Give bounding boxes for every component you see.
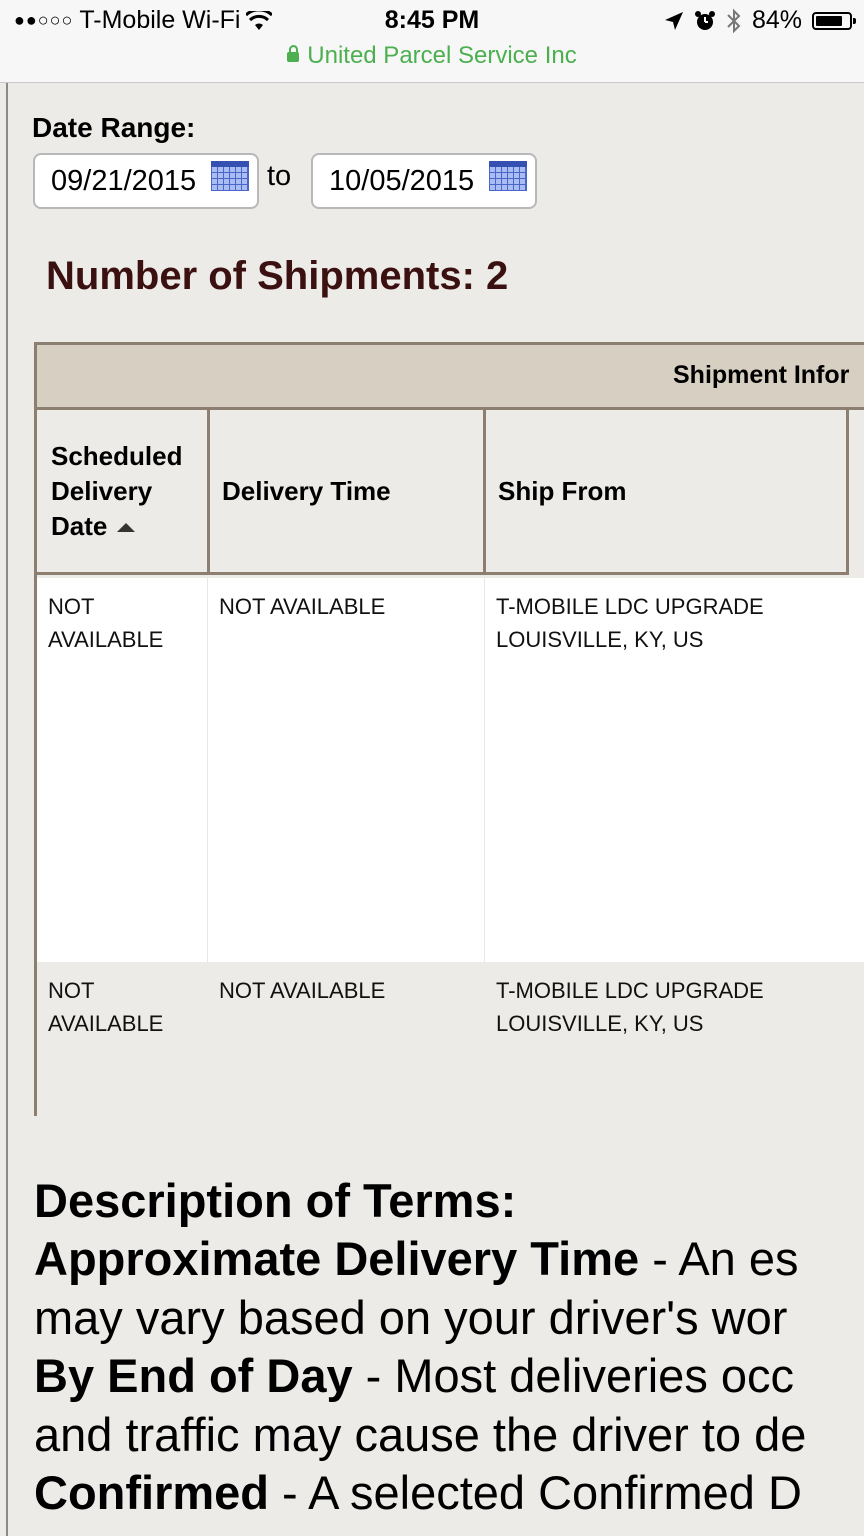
group-header-label: Shipment Infor — [673, 361, 850, 389]
sort-ascending-icon — [117, 523, 136, 533]
battery-percent: 84% — [751, 6, 802, 34]
table-row[interactable]: NOT AVAILABLE NOT AVAILABLE T-MOBILE LDC… — [37, 962, 864, 1116]
term-text: may vary based on your driver's wor — [34, 1290, 788, 1344]
battery-fill — [816, 15, 843, 26]
column-header-label: Ship From — [498, 475, 627, 506]
cell-ship-from: T-MOBILE LDC UPGRADE LOUISVILLE, KY, US — [496, 974, 764, 1040]
cell-ship-from: T-MOBILE LDC UPGRADE LOUISVILLE, KY, US — [496, 590, 764, 656]
start-date-value: 09/21/2015 — [51, 165, 197, 197]
cell-scheduled-date: NOT AVAILABLE — [48, 594, 164, 652]
term-line: may vary based on your driver's wor — [34, 1289, 864, 1348]
term-line: Confirmed - A selected Confirmed D — [34, 1464, 864, 1523]
cell-scheduled-date: NOT AVAILABLE — [48, 978, 164, 1036]
ship-from-company: T-MOBILE LDC UPGRADE — [496, 978, 764, 1003]
calendar-icon[interactable] — [211, 161, 249, 191]
description-title: Description of Terms: — [34, 1174, 517, 1227]
term-line: Approximate Delivery Time - An es — [34, 1230, 864, 1289]
column-divider — [846, 410, 849, 575]
cell-divider — [484, 578, 485, 962]
cell-delivery-time: NOT AVAILABLE — [219, 978, 386, 1003]
site-name: United Parcel Service Inc — [307, 42, 577, 69]
ship-from-location: LOUISVILLE, KY, US — [496, 1011, 704, 1036]
term-name: Confirmed — [34, 1466, 269, 1519]
location-arrow-icon — [664, 11, 683, 30]
end-date-input[interactable]: 10/05/2015 — [311, 153, 537, 209]
term-line: By End of Day - Most deliveries occ — [34, 1347, 864, 1406]
column-divider — [207, 410, 210, 575]
url-bar[interactable]: United Parcel Service Inc — [0, 42, 864, 70]
ship-from-location: LOUISVILLE, KY, US — [496, 627, 704, 652]
shipment-count: Number of Shipments: 2 — [46, 254, 509, 298]
battery-icon — [812, 11, 856, 30]
to-label: to — [267, 160, 292, 192]
cell-delivery-time: NOT AVAILABLE — [219, 594, 386, 619]
status-bar: ●●○○○ T-Mobile Wi-Fi 8:45 PM 84% United … — [0, 0, 864, 83]
bluetooth-icon — [727, 8, 741, 33]
column-header-delivery-time[interactable]: Delivery Time — [222, 410, 482, 575]
column-header-label: Delivery Time — [222, 475, 391, 506]
date-range-label: Date Range: — [32, 112, 196, 143]
column-divider — [483, 410, 486, 575]
calendar-icon[interactable] — [489, 161, 527, 191]
term-text: - An es — [639, 1232, 799, 1285]
start-date-input[interactable]: 09/21/2015 — [33, 153, 259, 209]
end-date-value: 10/05/2015 — [329, 165, 475, 197]
table-row[interactable]: NOT AVAILABLE NOT AVAILABLE T-MOBILE LDC… — [37, 578, 864, 962]
column-header-ship-from[interactable]: Ship From — [498, 410, 838, 575]
description-of-terms: Description of Terms: Approximate Delive… — [34, 1172, 864, 1523]
term-name: By End of Day — [34, 1349, 353, 1402]
column-header-scheduled-delivery-date[interactable]: Scheduled Delivery Date — [51, 410, 209, 575]
lock-icon — [287, 45, 300, 62]
term-name: Approximate Delivery Time — [34, 1232, 640, 1285]
term-text: and traffic may cause the driver to de — [34, 1407, 807, 1461]
table-group-header: Shipment Infor — [37, 345, 864, 410]
term-text: - A selected Confirmed D — [269, 1466, 802, 1519]
status-right: 84% — [664, 6, 856, 35]
ship-from-company: T-MOBILE LDC UPGRADE — [496, 594, 764, 619]
term-line: and traffic may cause the driver to de — [34, 1406, 864, 1465]
term-text: - Most deliveries occ — [352, 1349, 795, 1402]
cell-divider — [207, 578, 208, 962]
alarm-icon — [694, 10, 715, 30]
page-left-border — [6, 82, 8, 1536]
shipments-table: Shipment Infor Scheduled Delivery Date D… — [34, 342, 864, 1116]
